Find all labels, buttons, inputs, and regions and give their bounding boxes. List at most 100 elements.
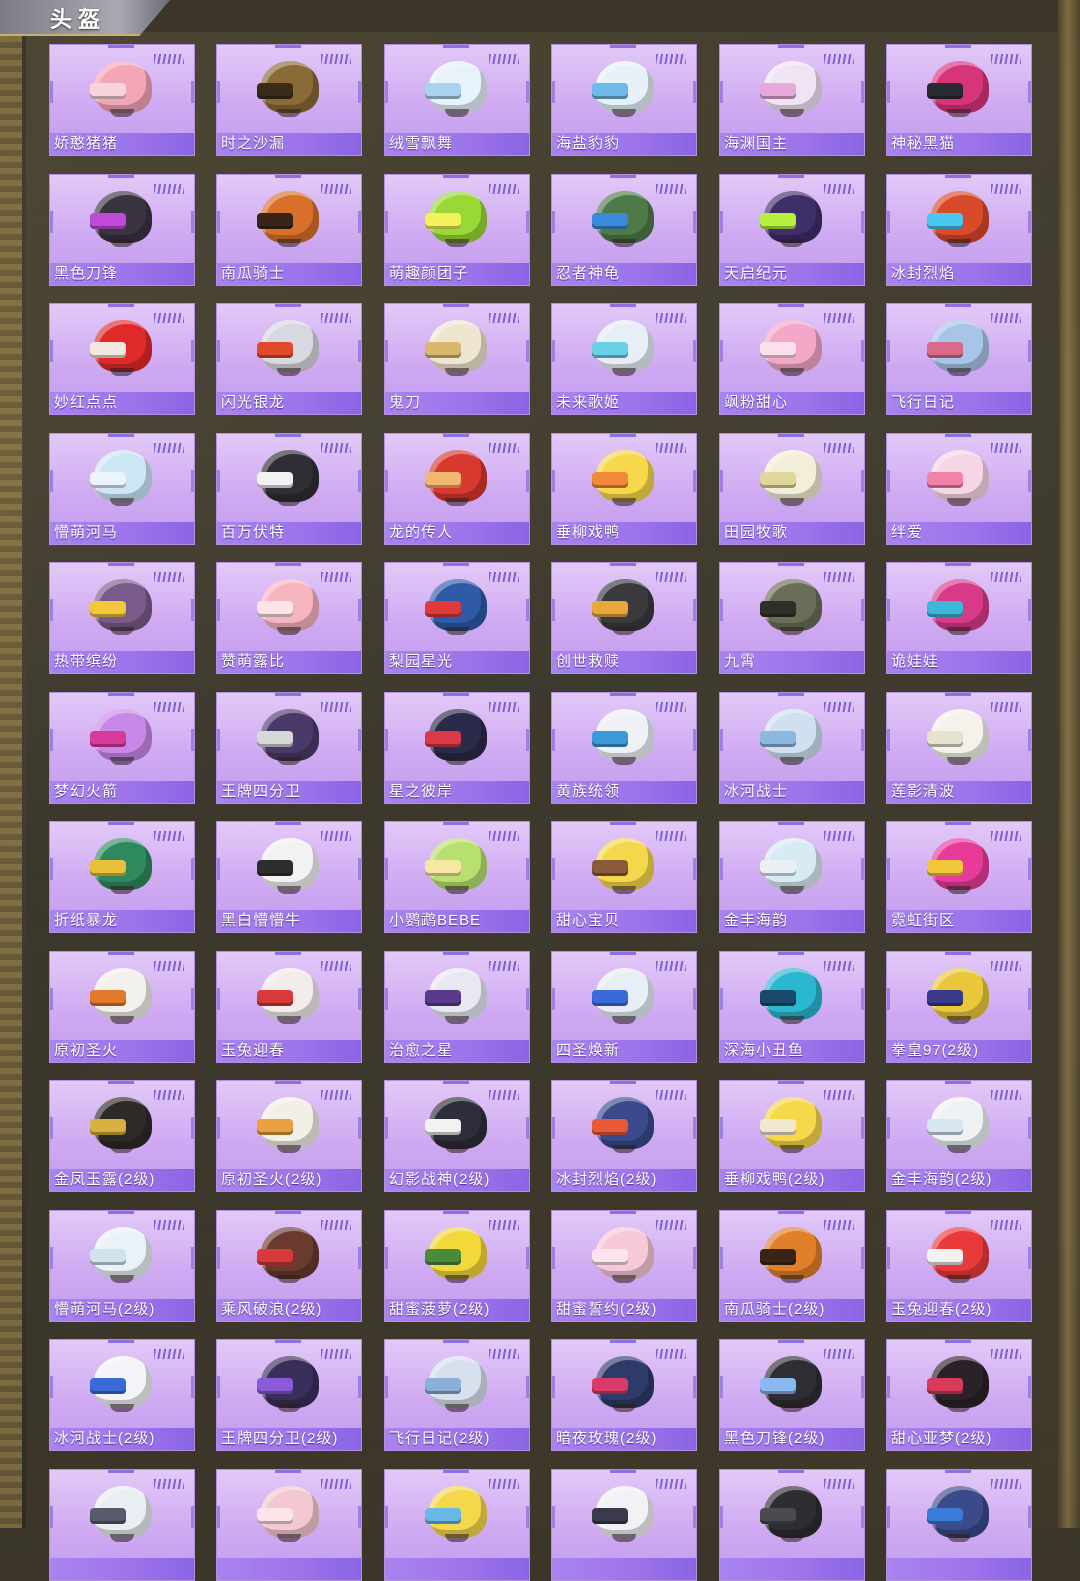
helmet-card[interactable]: 海渊国主 [719, 44, 865, 156]
helmet-card[interactable] [49, 1469, 195, 1581]
helmet-strap [612, 1534, 636, 1542]
helmet-card[interactable]: 原初圣火 [49, 951, 195, 1063]
card-side-notch [887, 211, 890, 233]
helmet-card[interactable]: 懵萌河马 [49, 433, 195, 545]
helmet-card[interactable]: 海盐豹豹 [551, 44, 697, 156]
helmet-card[interactable]: 南瓜骑士 [216, 174, 362, 286]
rarity-stripes-icon [154, 443, 184, 453]
helmet-card[interactable]: 甜蜜誓约(2级) [551, 1210, 697, 1322]
helmet-card[interactable] [551, 1469, 697, 1581]
helmet-icon [758, 446, 828, 512]
helmet-card[interactable]: 梦幻火箭 [49, 692, 195, 804]
card-side-notch [50, 988, 53, 1010]
helmet-card[interactable]: 黑色刀锋 [49, 174, 195, 286]
helmet-card[interactable]: 垂柳戏鸭(2级) [719, 1080, 865, 1192]
rarity-stripes-icon [656, 961, 686, 971]
helmet-card[interactable]: 甜蜜菠萝(2级) [384, 1210, 530, 1322]
helmet-card[interactable]: 乘风破浪(2级) [216, 1210, 362, 1322]
helmet-card[interactable]: 未来歌姬 [551, 303, 697, 415]
helmet-card[interactable]: 忍者神龟 [551, 174, 697, 286]
helmet-card[interactable]: 妙红点点 [49, 303, 195, 415]
helmet-card[interactable]: 深海小丑鱼 [719, 951, 865, 1063]
helmet-card[interactable]: 小鹦鹉BEBE [384, 821, 530, 933]
helmet-icon [925, 446, 995, 512]
helmet-card[interactable] [216, 1469, 362, 1581]
helmet-visor [257, 472, 293, 488]
card-side-notch [358, 599, 361, 621]
helmet-card[interactable]: 冰河战士(2级) [49, 1339, 195, 1451]
helmet-card[interactable]: 时之沙漏 [216, 44, 362, 156]
helmet-card[interactable]: 娇憨猪猪 [49, 44, 195, 156]
rarity-stripes-icon [991, 54, 1021, 64]
helmet-card[interactable]: 闪光银龙 [216, 303, 362, 415]
helmet-card[interactable]: 龙的传人 [384, 433, 530, 545]
helmet-card[interactable]: 绊爱 [886, 433, 1032, 545]
helmet-card[interactable]: 原初圣火(2级) [216, 1080, 362, 1192]
helmet-card[interactable]: 拳皇97(2级) [886, 951, 1032, 1063]
helmet-card[interactable]: 飒粉甜心 [719, 303, 865, 415]
helmet-card[interactable]: 金丰海韵(2级) [886, 1080, 1032, 1192]
helmet-card[interactable]: 神秘黑猫 [886, 44, 1032, 156]
helmet-card[interactable] [719, 1469, 865, 1581]
helmet-card[interactable]: 冰封烈焰(2级) [551, 1080, 697, 1192]
helmet-card[interactable]: 冰封烈焰 [886, 174, 1032, 286]
helmet-card[interactable] [384, 1469, 530, 1581]
helmet-card[interactable]: 甜心亚梦(2级) [886, 1339, 1032, 1451]
card-side-notch [526, 1117, 529, 1139]
card-side-notch [191, 858, 194, 880]
helmet-card[interactable]: 王牌四分卫(2级) [216, 1339, 362, 1451]
helmet-card[interactable]: 垂柳戏鸭 [551, 433, 697, 545]
helmet-strap [110, 239, 134, 247]
helmet-card[interactable]: 玉兔迎春(2级) [886, 1210, 1032, 1322]
helmet-card[interactable]: 冰河战士 [719, 692, 865, 804]
helmet-card[interactable]: 黑色刀锋(2级) [719, 1339, 865, 1451]
helmet-card[interactable]: 热带缤纷 [49, 562, 195, 674]
helmet-card[interactable]: 玉兔迎春 [216, 951, 362, 1063]
card-side-notch [1028, 729, 1031, 751]
helmet-card[interactable]: 金丰海韵 [719, 821, 865, 933]
rarity-stripes-icon [154, 961, 184, 971]
helmet-card[interactable]: 治愈之星 [384, 951, 530, 1063]
helmet-card[interactable]: 折纸暴龙 [49, 821, 195, 933]
helmet-visor [760, 1378, 796, 1394]
helmet-card[interactable]: 霓虹街区 [886, 821, 1032, 933]
helmet-card[interactable]: 诡娃娃 [886, 562, 1032, 674]
helmet-card[interactable] [886, 1469, 1032, 1581]
helmet-card[interactable]: 飞行日记(2级) [384, 1339, 530, 1451]
helmet-card[interactable]: 创世救赎 [551, 562, 697, 674]
helmet-card[interactable]: 飞行日记 [886, 303, 1032, 415]
helmet-card[interactable]: 懵萌河马(2级) [49, 1210, 195, 1322]
helmet-visor [592, 1378, 628, 1394]
helmet-card[interactable]: 黑白懵懵牛 [216, 821, 362, 933]
helmet-card[interactable]: 南瓜骑士(2级) [719, 1210, 865, 1322]
helmet-icon [758, 964, 828, 1030]
helmet-icon [925, 1093, 995, 1159]
helmet-card[interactable]: 莲影清波 [886, 692, 1032, 804]
helmet-card[interactable]: 九霄 [719, 562, 865, 674]
helmet-card[interactable]: 黄族统领 [551, 692, 697, 804]
helmet-card[interactable]: 金凤玉露(2级) [49, 1080, 195, 1192]
card-side-notch [861, 599, 864, 621]
helmet-name: 冰河战士(2级) [54, 1430, 156, 1447]
helmet-card[interactable]: 甜心宝贝 [551, 821, 697, 933]
helmet-card[interactable]: 星之彼岸 [384, 692, 530, 804]
card-side-notch [552, 81, 555, 103]
rarity-stripes-icon [824, 1479, 854, 1489]
helmet-strap [445, 1016, 469, 1024]
helmet-card[interactable]: 幻影战神(2级) [384, 1080, 530, 1192]
rarity-stripes-icon [321, 702, 351, 712]
helmet-card[interactable]: 赞萌露比 [216, 562, 362, 674]
helmet-card[interactable]: 萌趣颜团子 [384, 174, 530, 286]
helmet-card[interactable]: 暗夜玫瑰(2级) [551, 1339, 697, 1451]
helmet-card[interactable]: 四圣焕新 [551, 951, 697, 1063]
helmet-card[interactable]: 绒雪飘舞 [384, 44, 530, 156]
helmet-card[interactable]: 田园牧歌 [719, 433, 865, 545]
helmet-name: 王牌四分卫 [221, 783, 302, 800]
helmet-card[interactable]: 百万伏特 [216, 433, 362, 545]
helmet-card[interactable]: 梨园星光 [384, 562, 530, 674]
helmet-card[interactable]: 天启纪元 [719, 174, 865, 286]
helmet-card[interactable]: 鬼刀 [384, 303, 530, 415]
helmet-card[interactable]: 王牌四分卫 [216, 692, 362, 804]
helmet-visor [760, 472, 796, 488]
helmet-name-bar [887, 1558, 1031, 1580]
